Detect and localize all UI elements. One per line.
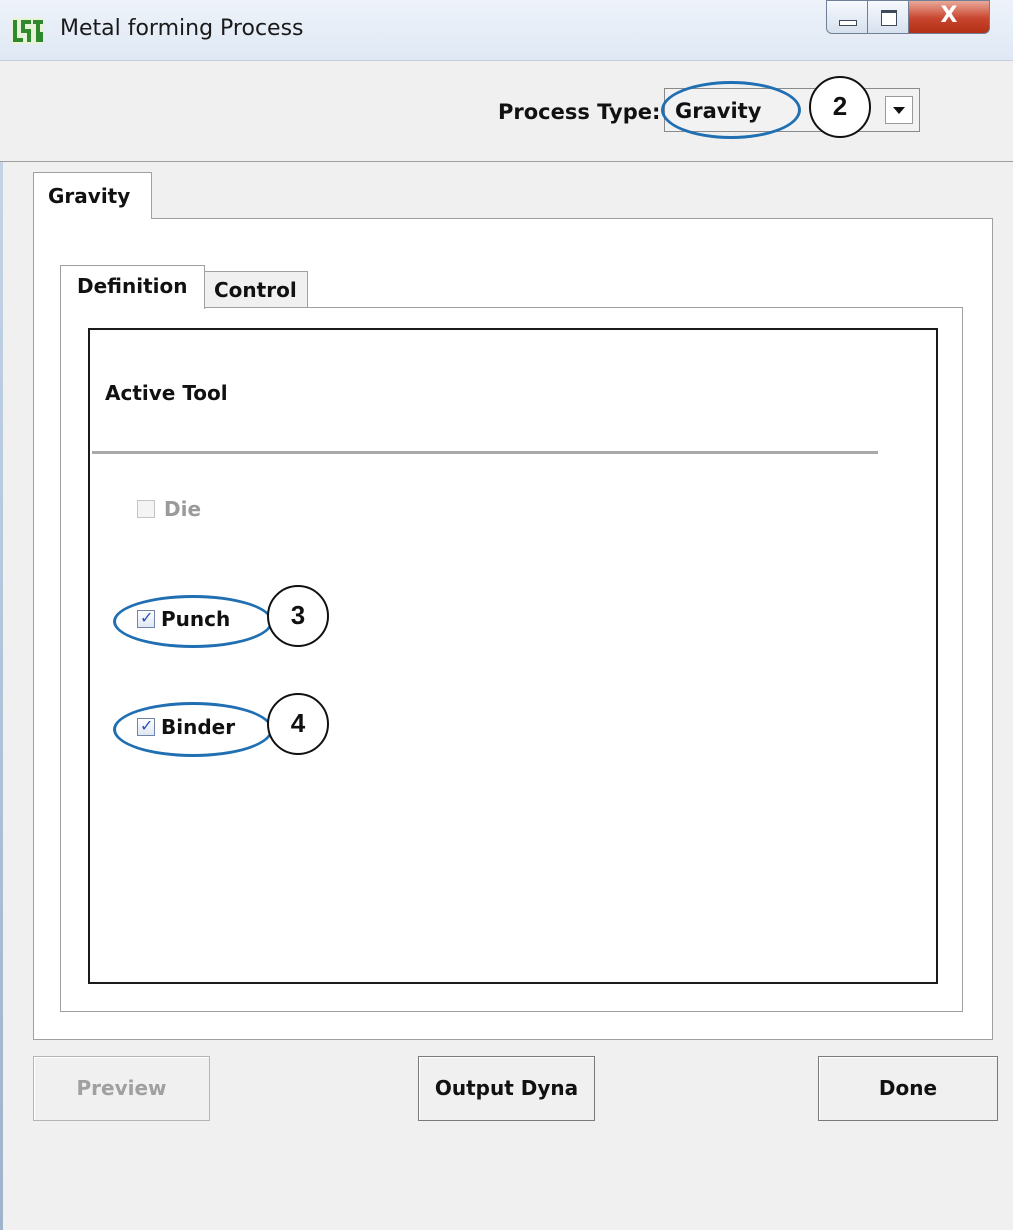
die-label: Die xyxy=(164,497,202,521)
minimize-button[interactable] xyxy=(826,0,868,34)
done-button[interactable]: Done xyxy=(818,1056,998,1121)
tab-control-label: Control xyxy=(214,278,297,302)
callout-3: 3 xyxy=(267,585,329,647)
window-left-edge xyxy=(0,60,3,1230)
section-divider xyxy=(92,451,878,454)
die-checkbox[interactable] xyxy=(137,500,155,518)
metal-forming-window: Metal forming Process X Process Type: Gr… xyxy=(0,0,1013,1230)
callout-4: 4 xyxy=(267,693,329,755)
output-dyna-button[interactable]: Output Dyna xyxy=(418,1056,595,1121)
process-type-label: Process Type: xyxy=(498,100,661,124)
tab-control[interactable]: Control xyxy=(204,271,308,308)
maximize-icon xyxy=(881,10,897,26)
title-bar: Metal forming Process X xyxy=(0,0,1013,61)
binder-label: Binder xyxy=(161,715,236,739)
punch-label: Punch xyxy=(161,607,231,631)
lstc-logo-icon xyxy=(12,18,44,44)
chevron-down-icon[interactable] xyxy=(885,96,913,124)
minimize-icon xyxy=(839,20,857,26)
close-icon: X xyxy=(940,3,958,28)
active-tool-heading: Active Tool xyxy=(105,381,228,405)
tab-definition-label: Definition xyxy=(77,274,188,298)
binder-checkbox[interactable] xyxy=(137,716,155,736)
maximize-button[interactable] xyxy=(867,0,909,34)
preview-button[interactable]: Preview xyxy=(33,1056,210,1121)
active-tool-group xyxy=(88,328,938,984)
window-title: Metal forming Process xyxy=(60,16,304,41)
punch-checkbox[interactable] xyxy=(137,608,155,628)
process-type-value: Gravity xyxy=(675,99,762,123)
process-type-dropdown[interactable]: Gravity xyxy=(664,88,920,132)
callout-2: 2 xyxy=(809,76,871,138)
tab-gravity-label: Gravity xyxy=(48,184,131,208)
tab-definition[interactable]: Definition xyxy=(60,265,205,309)
tab-gravity[interactable]: Gravity xyxy=(33,172,152,219)
close-button[interactable]: X xyxy=(908,0,990,34)
